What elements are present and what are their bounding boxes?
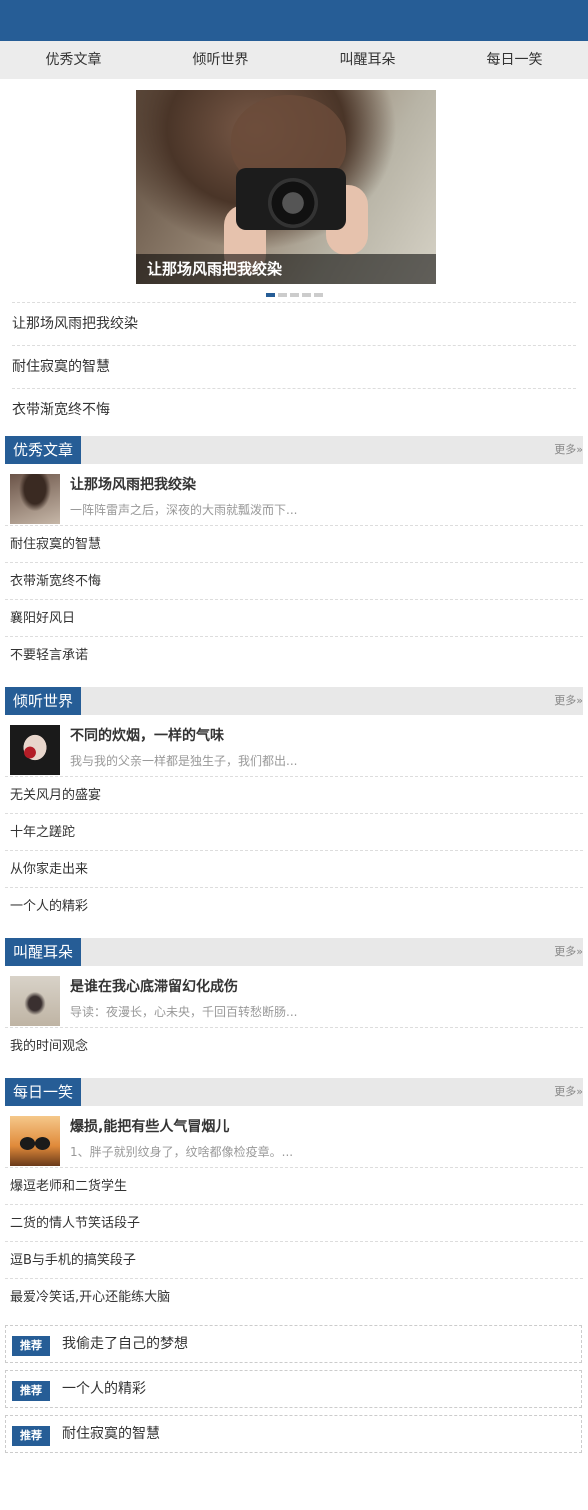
list-item[interactable]: 我的时间观念: [5, 1028, 583, 1065]
main-nav: 优秀文章 倾听世界 叫醒耳朵 每日一笑: [0, 41, 588, 79]
section-title[interactable]: 倾听世界: [5, 687, 82, 715]
list-item[interactable]: 襄阳好风日: [5, 600, 583, 637]
slider-dot[interactable]: [314, 293, 323, 297]
list-item[interactable]: 最爱冷笑话,开心还能练大脑: [5, 1279, 583, 1316]
featured-article[interactable]: 是谁在我心底滞留幻化成伤 导读：夜漫长，心未央，千回百转愁断肠...: [5, 966, 583, 1028]
section-excellent-articles: 优秀文章 更多» 让那场风雨把我绞染 一阵阵雷声之后，深夜的大雨就瓢泼而下...…: [5, 436, 583, 674]
recommended-title[interactable]: 我偷走了自己的梦想: [62, 1326, 188, 1362]
more-link[interactable]: 更多»: [554, 938, 583, 966]
featured-excerpt: 我与我的父亲一样都是独生子，我们都出...: [70, 754, 298, 768]
list-item[interactable]: 二货的情人节笑话段子: [5, 1205, 583, 1242]
featured-article[interactable]: 爆损,能把有些人气冒烟儿 1、胖子就别纹身了，纹啥都像检疫章。...: [5, 1106, 583, 1168]
nav-item-daily-laugh[interactable]: 每日一笑: [441, 41, 588, 79]
featured-article[interactable]: 不同的炊烟，一样的气味 我与我的父亲一样都是独生子，我们都出...: [5, 715, 583, 777]
featured-excerpt: 一阵阵雷声之后，深夜的大雨就瓢泼而下...: [70, 503, 298, 517]
nav-item-wake-ears[interactable]: 叫醒耳朵: [294, 41, 441, 79]
slider-dots: [266, 293, 323, 297]
slider-dot[interactable]: [290, 293, 299, 297]
recommend-badge: 推荐: [12, 1426, 50, 1446]
slider-dot[interactable]: [266, 293, 275, 297]
more-link[interactable]: 更多»: [554, 1078, 583, 1106]
list-item[interactable]: 无关风月的盛宴: [5, 777, 583, 814]
list-item[interactable]: 耐住寂寞的智慧: [12, 345, 576, 388]
article-thumbnail[interactable]: [10, 1116, 60, 1166]
featured-article[interactable]: 让那场风雨把我绞染 一阵阵雷声之后，深夜的大雨就瓢泼而下...: [5, 464, 583, 526]
list-item[interactable]: 一个人的精彩: [5, 888, 583, 925]
featured-excerpt: 1、胖子就别纹身了，纹啥都像检疫章。...: [70, 1145, 294, 1159]
section-daily-laugh: 每日一笑 更多» 爆损,能把有些人气冒烟儿 1、胖子就别纹身了，纹啥都像检疫章。…: [5, 1078, 583, 1316]
more-link[interactable]: 更多»: [554, 436, 583, 464]
section-header: 每日一笑 更多»: [5, 1078, 583, 1106]
slider-dot[interactable]: [278, 293, 287, 297]
nav-item-excellent-articles[interactable]: 优秀文章: [0, 41, 147, 79]
section-title[interactable]: 每日一笑: [5, 1078, 82, 1106]
more-link[interactable]: 更多»: [554, 687, 583, 715]
article-thumbnail[interactable]: [10, 976, 60, 1026]
top-bar: [0, 0, 588, 41]
list-item[interactable]: 耐住寂寞的智慧: [5, 526, 583, 563]
list-item[interactable]: 逗B与手机的搞笑段子: [5, 1242, 583, 1279]
list-item[interactable]: 让那场风雨把我绞染: [12, 302, 576, 345]
featured-title[interactable]: 爆损,能把有些人气冒烟儿: [70, 1116, 229, 1136]
article-thumbnail[interactable]: [10, 725, 60, 775]
featured-title[interactable]: 让那场风雨把我绞染: [70, 474, 196, 494]
recommend-badge: 推荐: [12, 1381, 50, 1401]
section-wake-ears: 叫醒耳朵 更多» 是谁在我心底滞留幻化成伤 导读：夜漫长，心未央，千回百转愁断肠…: [5, 938, 583, 1065]
section-header: 倾听世界 更多»: [5, 687, 583, 715]
recommend-badge: 推荐: [12, 1336, 50, 1356]
section-header: 叫醒耳朵 更多»: [5, 938, 583, 966]
image-slider[interactable]: 让那场风雨把我绞染: [136, 90, 436, 284]
featured-title[interactable]: 是谁在我心底滞留幻化成伤: [70, 976, 238, 996]
featured-title[interactable]: 不同的炊烟，一样的气味: [70, 725, 224, 745]
recommended-item[interactable]: 推荐 耐住寂寞的智慧: [5, 1415, 582, 1453]
list-item[interactable]: 十年之蹉跎: [5, 814, 583, 851]
recommendations: 推荐 我偷走了自己的梦想 推荐 一个人的精彩 推荐 耐住寂寞的智慧: [5, 1325, 582, 1460]
list-item[interactable]: 衣带渐宽终不悔: [5, 563, 583, 600]
recommended-item[interactable]: 推荐 一个人的精彩: [5, 1370, 582, 1408]
slider-dot[interactable]: [302, 293, 311, 297]
list-item[interactable]: 不要轻言承诺: [5, 637, 583, 674]
nav-item-listen-world[interactable]: 倾听世界: [147, 41, 294, 79]
section-title[interactable]: 叫醒耳朵: [5, 938, 82, 966]
slide-caption[interactable]: 让那场风雨把我绞染: [136, 254, 436, 284]
recommended-item[interactable]: 推荐 我偷走了自己的梦想: [5, 1325, 582, 1363]
recommended-title[interactable]: 耐住寂寞的智慧: [62, 1416, 160, 1452]
list-item[interactable]: 爆逗老师和二货学生: [5, 1168, 583, 1205]
featured-excerpt: 导读：夜漫长，心未央，千回百转愁断肠...: [70, 1005, 298, 1019]
top-article-list: 让那场风雨把我绞染 耐住寂寞的智慧 衣带渐宽终不悔: [12, 302, 576, 431]
list-item[interactable]: 从你家走出来: [5, 851, 583, 888]
slide-camera-lens: [268, 178, 318, 228]
section-title[interactable]: 优秀文章: [5, 436, 82, 464]
section-header: 优秀文章 更多»: [5, 436, 583, 464]
recommended-title[interactable]: 一个人的精彩: [62, 1371, 146, 1407]
article-thumbnail[interactable]: [10, 474, 60, 524]
section-listen-world: 倾听世界 更多» 不同的炊烟，一样的气味 我与我的父亲一样都是独生子，我们都出.…: [5, 687, 583, 925]
list-item[interactable]: 衣带渐宽终不悔: [12, 388, 576, 431]
